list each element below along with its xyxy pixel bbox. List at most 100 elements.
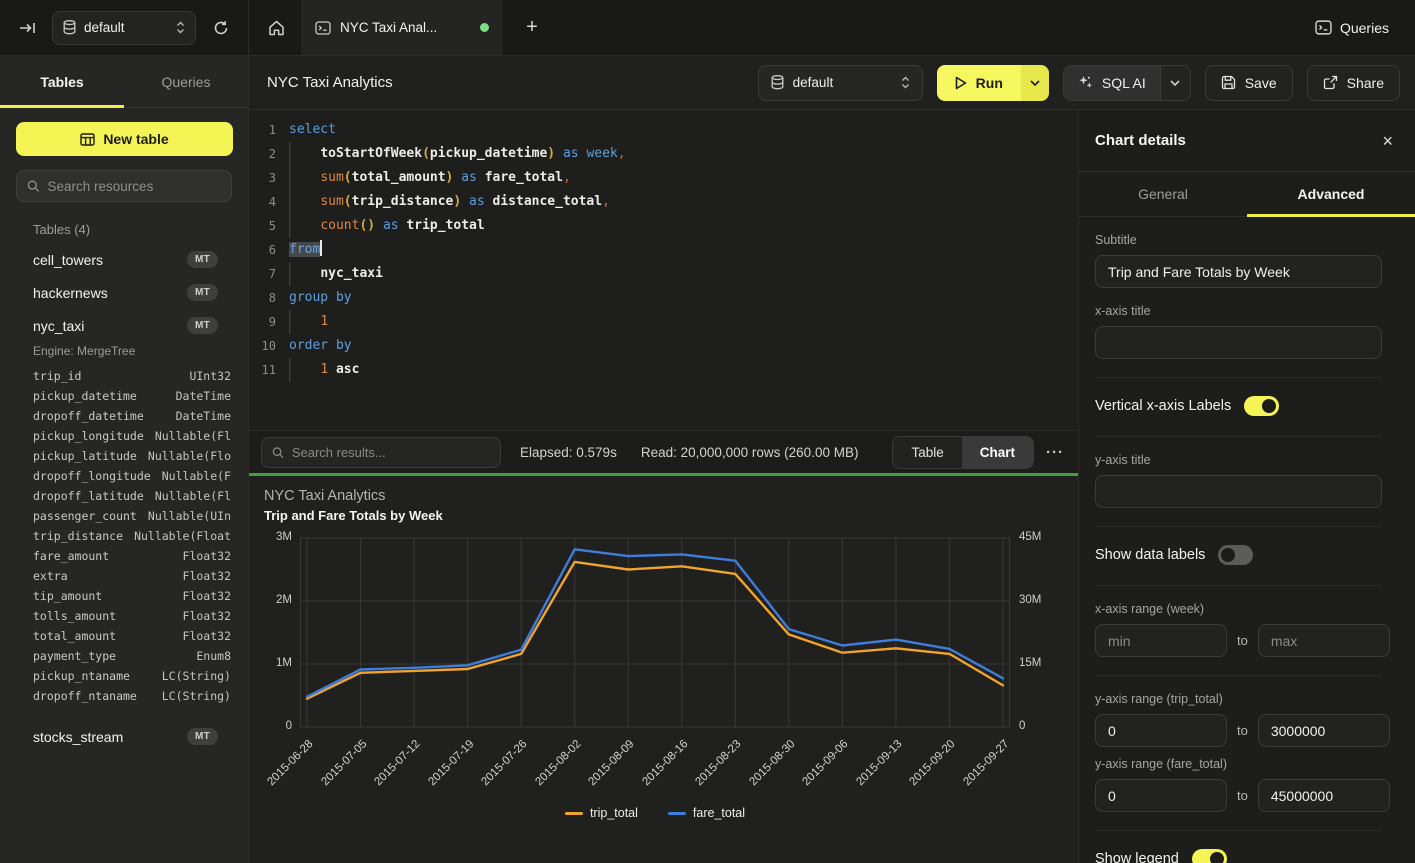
query-database-value: default bbox=[793, 75, 892, 90]
chevron-down-icon bbox=[1170, 80, 1180, 86]
nyc-taxi-column-list: trip_idUInt32pickup_datetimeDateTimedrop… bbox=[0, 364, 248, 712]
sql-console-app: default NYC Taxi Anal... + Queries bbox=[0, 0, 1415, 863]
code-line[interactable]: 5 count() as trip_total bbox=[249, 214, 1078, 238]
tab-general[interactable]: General bbox=[1079, 172, 1247, 216]
queries-icon bbox=[1315, 20, 1332, 35]
close-icon[interactable]: × bbox=[1382, 132, 1393, 150]
subtitle-input[interactable] bbox=[1095, 255, 1382, 288]
run-options-button[interactable] bbox=[1021, 65, 1049, 101]
view-toggle-chart[interactable]: Chart bbox=[962, 437, 1033, 468]
code-line[interactable]: 3 sum(total_amount) as fare_total, bbox=[249, 166, 1078, 190]
read-stat: Read: 20,000,000 rows (260.00 MB) bbox=[641, 445, 859, 460]
column-row: dropoff_datetimeDateTime bbox=[0, 406, 248, 426]
run-button[interactable]: Run bbox=[937, 65, 1021, 101]
view-toggle-table[interactable]: Table bbox=[893, 437, 961, 468]
database-icon bbox=[63, 20, 76, 35]
sidebar-tab-tables[interactable]: Tables bbox=[0, 56, 124, 107]
table-name: hackernews bbox=[33, 285, 187, 301]
legend-item-fare_total[interactable]: fare_total bbox=[668, 806, 745, 820]
table-name: stocks_stream bbox=[33, 729, 187, 745]
database-selector[interactable]: default bbox=[52, 11, 196, 45]
new-tab-button[interactable]: + bbox=[515, 11, 549, 45]
sql-editor[interactable]: 1select2 toStartOfWeek(pickup_datetime) … bbox=[249, 110, 1078, 430]
section-data-labels: Show data labels bbox=[1095, 527, 1382, 586]
code-line[interactable]: 1select bbox=[249, 118, 1078, 142]
database-selector-value: default bbox=[84, 20, 168, 35]
new-table-button[interactable]: New table bbox=[16, 122, 233, 156]
text-cursor bbox=[320, 240, 322, 256]
refresh-button[interactable] bbox=[208, 15, 234, 41]
sidebar-search-input[interactable] bbox=[48, 179, 221, 194]
column-row: dropoff_latitudeNullable(Fl bbox=[0, 486, 248, 506]
section-y-axis-title: y-axis title bbox=[1095, 437, 1382, 527]
column-row: payment_typeEnum8 bbox=[0, 646, 248, 666]
query-tab[interactable]: NYC Taxi Anal... bbox=[301, 0, 503, 55]
plot-svg bbox=[300, 538, 1010, 727]
queries-button-label: Queries bbox=[1340, 20, 1389, 36]
y-axis-tick: 1M bbox=[252, 657, 292, 669]
panel-header: Chart details × bbox=[1079, 110, 1415, 172]
x-axis-range-max-input[interactable] bbox=[1258, 624, 1390, 657]
show-data-labels-toggle[interactable] bbox=[1218, 545, 1253, 565]
section-y-axis-ranges: y-axis range (trip_total) to y-axis rang… bbox=[1095, 676, 1382, 831]
queries-button[interactable]: Queries bbox=[1315, 20, 1389, 36]
y-axis-tick: 2M bbox=[252, 594, 292, 606]
run-button-group: Run bbox=[937, 65, 1049, 101]
show-legend-toggle[interactable] bbox=[1192, 849, 1227, 863]
column-row: tip_amountFloat32 bbox=[0, 586, 248, 606]
code-line[interactable]: 8group by bbox=[249, 286, 1078, 310]
table-item-cell-towers[interactable]: cell_towers MT bbox=[0, 243, 248, 276]
query-database-selector[interactable]: default bbox=[758, 65, 923, 101]
y-axis-tick: 0 bbox=[252, 720, 292, 732]
column-row: pickup_datetimeDateTime bbox=[0, 386, 248, 406]
engine-badge: MT bbox=[187, 284, 218, 301]
code-line[interactable]: 11 1 asc bbox=[249, 358, 1078, 382]
run-button-label: Run bbox=[976, 75, 1003, 91]
results-search bbox=[261, 437, 501, 468]
section-x-axis-range: x-axis range (week) to bbox=[1095, 586, 1382, 676]
code-line[interactable]: 9 1 bbox=[249, 310, 1078, 334]
y-axis-range-trip-min-input[interactable] bbox=[1095, 714, 1227, 747]
legend-item-trip_total[interactable]: trip_total bbox=[565, 806, 638, 820]
code-line[interactable]: 2 toStartOfWeek(pickup_datetime) as week… bbox=[249, 142, 1078, 166]
save-button[interactable]: Save bbox=[1205, 65, 1293, 101]
more-options-button[interactable]: ··· bbox=[1046, 444, 1064, 461]
table-item-stocks-stream[interactable]: stocks_stream MT bbox=[0, 720, 248, 753]
y-axis-title-input[interactable] bbox=[1095, 475, 1382, 508]
chart-subtitle: Trip and Fare Totals by Week bbox=[264, 508, 443, 523]
chevron-down-icon bbox=[1030, 80, 1040, 86]
x-axis-title-input[interactable] bbox=[1095, 326, 1382, 359]
y-axis-range-fare-min-input[interactable] bbox=[1095, 779, 1227, 812]
panel-title: Chart details bbox=[1095, 132, 1186, 149]
collapse-sidebar-button[interactable] bbox=[14, 15, 40, 41]
query-actions: default Run SQL AI bbox=[758, 65, 1400, 101]
home-button[interactable] bbox=[257, 11, 295, 45]
table-item-hackernews[interactable]: hackernews MT bbox=[0, 276, 248, 309]
database-icon bbox=[771, 75, 784, 90]
x-axis-range-min-input[interactable] bbox=[1095, 624, 1227, 657]
query-tab-title: NYC Taxi Anal... bbox=[340, 20, 471, 35]
section-titles: Subtitle x-axis title bbox=[1095, 217, 1382, 378]
sidebar-tab-queries[interactable]: Queries bbox=[124, 56, 248, 107]
sql-ai-options-button[interactable] bbox=[1160, 66, 1190, 100]
chart-plot[interactable] bbox=[300, 538, 1010, 727]
chart-details-panel: Chart details × General Advanced Subtitl… bbox=[1078, 110, 1415, 863]
y-axis-tick: 30M bbox=[1019, 594, 1059, 606]
share-button[interactable]: Share bbox=[1307, 65, 1400, 101]
code-line[interactable]: 10order by bbox=[249, 334, 1078, 358]
search-icon bbox=[27, 179, 40, 193]
table-item-nyc-taxi[interactable]: nyc_taxi MT bbox=[0, 309, 248, 342]
code-line[interactable]: 6from bbox=[249, 238, 1078, 262]
sql-ai-button[interactable]: SQL AI bbox=[1064, 66, 1160, 100]
vertical-x-labels-toggle[interactable] bbox=[1244, 396, 1279, 416]
tab-advanced[interactable]: Advanced bbox=[1247, 172, 1415, 216]
section-vertical-x-labels: Vertical x-axis Labels bbox=[1095, 378, 1382, 437]
main-area: NYC Taxi Analytics default Run bbox=[249, 56, 1415, 863]
results-search-input[interactable] bbox=[292, 445, 490, 460]
code-line[interactable]: 4 sum(trip_distance) as distance_total, bbox=[249, 190, 1078, 214]
y-axis-range-fare-max-input[interactable] bbox=[1258, 779, 1390, 812]
code-line[interactable]: 7 nyc_taxi bbox=[249, 262, 1078, 286]
y-axis-range-trip-max-input[interactable] bbox=[1258, 714, 1390, 747]
chevron-updown-icon bbox=[901, 76, 910, 89]
column-row: tolls_amountFloat32 bbox=[0, 606, 248, 626]
